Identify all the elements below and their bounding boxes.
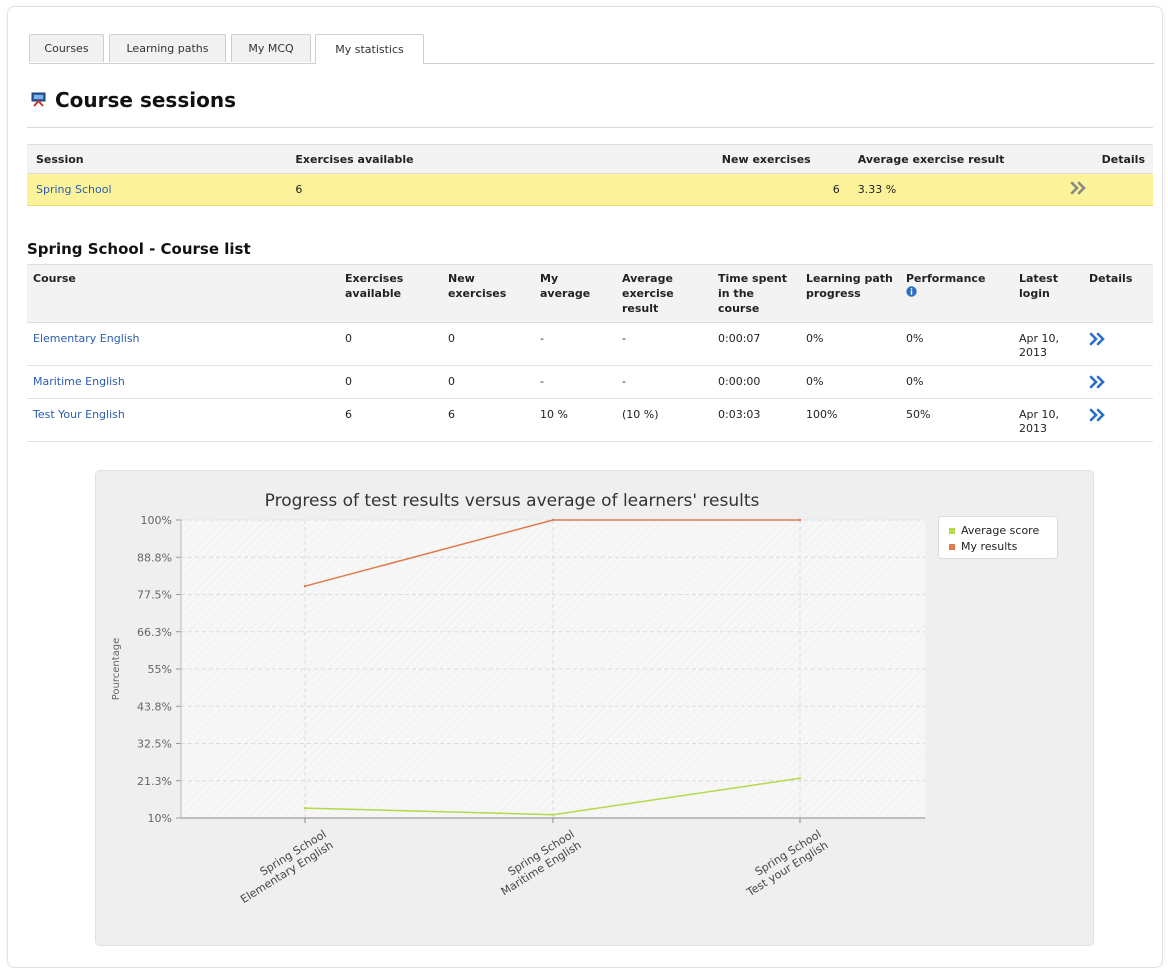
- new-exercises-value: 0: [442, 322, 534, 366]
- tab-my-statistics[interactable]: My statistics: [315, 34, 424, 64]
- legend-item-average-score: Average score: [949, 524, 1039, 537]
- x-tick-label: Spring SchoolElementary English: [231, 828, 335, 907]
- session-link[interactable]: Spring School: [27, 173, 287, 206]
- my-average-value: -: [534, 322, 616, 366]
- chart-title: Progress of test results versus average …: [265, 491, 760, 511]
- course-list-title: Spring School - Course list: [27, 240, 251, 258]
- course-link[interactable]: Elementary English: [27, 322, 339, 366]
- data-point: [551, 518, 555, 522]
- col-performance: Performance: [900, 264, 1013, 323]
- my-average-value: -: [534, 365, 616, 399]
- col-session: Session: [27, 144, 287, 174]
- time-spent-value: 0:03:03: [712, 398, 800, 442]
- col-lp-progress: Learning path progress: [800, 264, 900, 323]
- latest-login-value: Apr 10, 2013: [1013, 322, 1083, 366]
- course-list-table: Course Exercises available New exercises…: [27, 264, 1153, 442]
- lp-progress-value: 0%: [800, 365, 900, 399]
- title-divider: [27, 127, 1153, 128]
- table-row[interactable]: Spring School 6 6 3.33 %: [27, 173, 1153, 206]
- new-exercises-value: 6: [544, 173, 849, 206]
- details-button[interactable]: [1083, 398, 1153, 442]
- double-chevron-right-icon: [1070, 181, 1089, 198]
- my-average-value: 10 %: [534, 398, 616, 442]
- new-exercises-value: 0: [442, 365, 534, 399]
- page-title-text: Course sessions: [55, 88, 236, 112]
- exercises-value: 0: [339, 322, 442, 366]
- col-course: Course: [27, 264, 339, 323]
- y-tick-label: 66.3%: [137, 626, 172, 639]
- exercises-available-value: 6: [286, 173, 545, 206]
- details-button[interactable]: [1083, 322, 1153, 366]
- performance-value: 0%: [900, 322, 1013, 366]
- y-tick-label: 21.3%: [137, 775, 172, 788]
- time-spent-value: 0:00:07: [712, 322, 800, 366]
- y-tick-label: 77.5%: [137, 589, 172, 602]
- x-tick-label: Spring SchoolMaritime English: [492, 828, 584, 899]
- chart-legend: Average score My results: [938, 516, 1058, 559]
- double-chevron-right-icon: [1089, 375, 1108, 392]
- y-tick-label: 10%: [148, 812, 172, 825]
- average-result-value: -: [616, 365, 712, 399]
- col-my-average: My average: [534, 264, 616, 323]
- course-link[interactable]: Maritime English: [27, 365, 339, 399]
- data-point: [551, 813, 555, 816]
- time-spent-value: 0:00:00: [712, 365, 800, 399]
- tab-courses[interactable]: Courses: [29, 34, 104, 62]
- legend-swatch: [949, 527, 955, 534]
- lp-progress-value: 0%: [800, 322, 900, 366]
- details-button[interactable]: [1083, 365, 1153, 399]
- legend-swatch: [949, 543, 955, 550]
- col-details: Details: [1083, 264, 1153, 323]
- col-average-result: Average exercise result: [616, 264, 712, 323]
- sessions-table: Session Exercises available New exercise…: [27, 144, 1153, 206]
- data-point: [303, 585, 307, 588]
- latest-login-value: Apr 10, 2013: [1013, 398, 1083, 442]
- col-exercises-available: Exercises available: [286, 144, 545, 174]
- exercises-value: 0: [339, 365, 442, 399]
- y-axis-label: Pourcentage: [111, 638, 122, 701]
- data-point: [303, 806, 307, 810]
- info-icon[interactable]: [906, 286, 917, 300]
- y-tick-label: 55%: [148, 663, 172, 676]
- average-result-value: 3.33 %: [848, 173, 1061, 206]
- y-tick-label: 32.5%: [137, 738, 172, 751]
- data-point: [798, 518, 802, 522]
- table-row[interactable]: Elementary English 0 0 - - 0:00:07 0% 0%…: [27, 322, 1153, 366]
- page-title: Course sessions: [31, 88, 236, 112]
- y-tick-label: 100%: [141, 514, 172, 527]
- lp-progress-value: 100%: [800, 398, 900, 442]
- x-tick-label: Spring SchoolTest your English: [737, 828, 831, 900]
- double-chevron-right-icon: [1089, 332, 1108, 349]
- col-details: Details: [1061, 144, 1153, 174]
- col-exercises-available: Exercises available: [339, 264, 442, 323]
- col-latest-login: Latest login: [1013, 264, 1083, 323]
- new-exercises-value: 6: [442, 398, 534, 442]
- col-new-exercises: New exercises: [442, 264, 534, 323]
- data-point: [798, 777, 802, 780]
- double-chevron-right-icon: [1089, 408, 1108, 425]
- average-result-value: -: [616, 322, 712, 366]
- latest-login-value: [1013, 365, 1083, 399]
- y-tick-label: 43.8%: [137, 700, 172, 713]
- details-button[interactable]: [1061, 173, 1153, 206]
- tab-learning-paths[interactable]: Learning paths: [109, 34, 226, 62]
- course-sessions-icon: [31, 88, 46, 112]
- course-link[interactable]: Test Your English: [27, 398, 339, 442]
- legend-item-my-results: My results: [949, 540, 1017, 553]
- table-row[interactable]: Test Your English 6 6 10 % (10 %) 0:03:0…: [27, 398, 1153, 442]
- y-tick-label: 88.8%: [137, 551, 172, 564]
- performance-value: 0%: [900, 365, 1013, 399]
- col-time-spent: Time spent in the course: [712, 264, 800, 323]
- col-average-result: Average exercise result: [848, 144, 1061, 174]
- tab-my-mcq[interactable]: My MCQ: [231, 34, 311, 62]
- tab-bar: Courses Learning paths My MCQ My statist…: [29, 34, 1154, 64]
- table-row[interactable]: Maritime English 0 0 - - 0:00:00 0% 0%: [27, 365, 1153, 399]
- col-new-exercises: New exercises: [544, 144, 849, 174]
- average-result-value: (10 %): [616, 398, 712, 442]
- performance-value: 50%: [900, 398, 1013, 442]
- exercises-value: 6: [339, 398, 442, 442]
